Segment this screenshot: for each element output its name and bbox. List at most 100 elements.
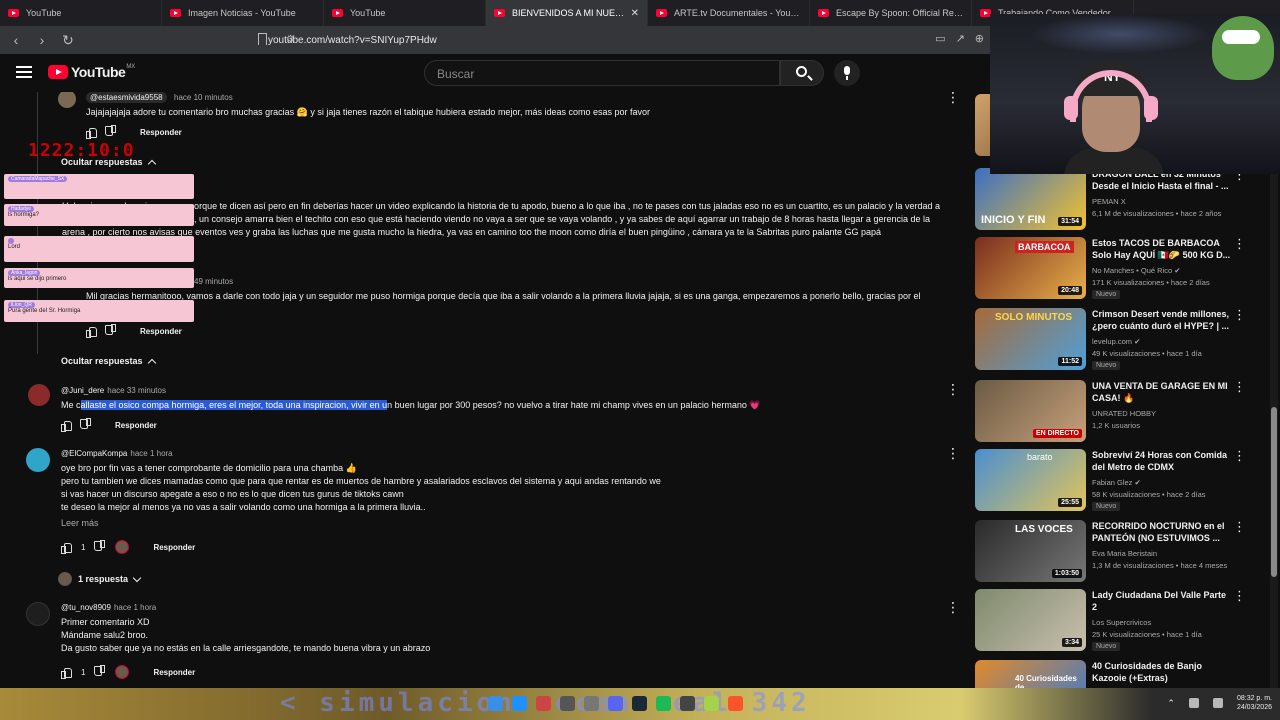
browser-tab-0[interactable]: YouTube [0, 0, 162, 26]
recommended-video-7[interactable]: 3:34 Lady Ciudadana Del Valle Parte 2 Lo… [975, 588, 1265, 653]
more-options-icon[interactable] [946, 445, 960, 462]
steam-icon[interactable] [632, 696, 647, 711]
voice-search-button[interactable] [834, 60, 860, 86]
video-thumbnail[interactable]: barato 25:55 [975, 449, 1086, 511]
comment-author[interactable]: @Juni_dere hace 33 minutos [61, 386, 166, 395]
recommended-video-8[interactable]: 40 Curiosidades de 40 Curiosidades de Ba… [975, 660, 1265, 688]
video-title[interactable]: Lady Ciudadana Del Valle Parte 2 [1092, 589, 1232, 613]
hide-replies-button[interactable]: Ocultar respuestas [61, 356, 156, 367]
like-icon[interactable] [61, 667, 72, 679]
avatar[interactable] [26, 448, 50, 472]
zoom-icon[interactable]: ⊕ [975, 32, 984, 45]
system-clock[interactable]: 08:32 p. m. 24/03/2026 [1237, 694, 1272, 712]
channel-name[interactable]: Eva Maria Beristain [1092, 549, 1157, 558]
discord-icon[interactable] [608, 696, 623, 711]
recommended-video-3[interactable]: SOLO MINUTOS 11:52 Crimson Desert vende m… [975, 307, 1265, 372]
recommended-video-2[interactable]: BARBACOA 20:48 Estos TACOS DE BARBACOA So… [975, 236, 1265, 301]
share-icon[interactable]: ↗ [956, 32, 965, 45]
show-replies-button[interactable]: 1 respuesta [58, 572, 142, 586]
video-thumbnail[interactable]: SOLO MINUTOS 11:52 [975, 308, 1086, 370]
video-thumbnail[interactable]: LAS VOCES 1:03:50 [975, 520, 1086, 582]
recommended-video-4[interactable]: EN DIRECTO UNA VENTA DE GARAGE EN MI CAS… [975, 379, 1265, 444]
recommended-video-5[interactable]: barato 25:55 Sobreviví 24 Horas con Comid… [975, 448, 1265, 513]
page-scrollbar[interactable] [1270, 92, 1278, 688]
more-options-icon[interactable] [1233, 236, 1246, 253]
search-input[interactable]: Buscar [424, 60, 780, 86]
obs-icon[interactable] [680, 696, 695, 711]
more-options-icon[interactable] [1233, 519, 1246, 536]
dislike-icon[interactable] [95, 542, 105, 552]
chevron-up-icon[interactable]: ⌃ [1167, 698, 1175, 709]
like-icon[interactable] [86, 127, 97, 139]
more-options-icon[interactable] [1233, 379, 1246, 396]
files-icon[interactable] [488, 696, 503, 711]
reply-button[interactable]: Responder [153, 668, 195, 677]
channel-name[interactable]: Los Supercrivicos [1092, 618, 1151, 627]
network-icon[interactable] [1188, 698, 1199, 708]
menu-icon[interactable] [16, 66, 32, 78]
avatar[interactable] [26, 602, 50, 626]
video-title[interactable]: UNA VENTA DE GARAGE EN MI CASA! 🔥 [1092, 380, 1232, 404]
more-options-icon[interactable] [946, 599, 960, 616]
comment-author[interactable]: @estaesmivida9558 [86, 92, 167, 103]
avatar[interactable] [58, 92, 76, 108]
more-options-icon[interactable] [946, 92, 960, 106]
recommended-video-1[interactable]: INICIO Y FIN 31:54 DRAGON BALL en 32 Minu… [975, 167, 1265, 232]
reply-button[interactable]: Responder [115, 421, 157, 430]
more-options-icon[interactable] [1233, 448, 1246, 465]
video-title[interactable]: 40 Curiosidades de Banjo Kazooie (+Extra… [1092, 660, 1232, 684]
edge-icon[interactable] [512, 696, 527, 711]
site-info-icon[interactable]: ⚙ [286, 34, 295, 45]
dislike-icon[interactable] [95, 667, 105, 677]
dislike-icon[interactable] [106, 127, 116, 137]
video-title[interactable]: Sobreviví 24 Horas con Comida del Metro … [1092, 449, 1232, 473]
like-icon[interactable] [61, 542, 72, 554]
brave-icon[interactable] [728, 696, 743, 711]
channel-name[interactable]: Fabian Glez ✔ [1092, 478, 1141, 487]
video-title[interactable]: RECORRIDO NOCTURNO en el PANTEÓN (NO EST… [1092, 520, 1232, 544]
browser-tab-5[interactable]: Escape By Spoon: Official Reveal Trai [810, 0, 972, 26]
back-arrow-icon[interactable]: ‹ [6, 30, 26, 50]
browser-tab-2[interactable]: YouTube [324, 0, 486, 26]
app-icon[interactable] [584, 696, 599, 711]
like-icon[interactable] [86, 326, 97, 338]
channel-name[interactable]: levelup.com ✔ [1092, 337, 1140, 346]
browser-tab-1[interactable]: Imagen Noticias - YouTube [162, 0, 324, 26]
video-title[interactable]: Estos TACOS DE BARBACOA Solo Hay AQUÍ 🇲🇽… [1092, 237, 1232, 261]
more-options-icon[interactable] [1233, 307, 1246, 324]
avatar[interactable] [28, 384, 50, 406]
comment-time[interactable]: 49 minutos [194, 277, 233, 286]
cast-icon[interactable]: ▭ [935, 32, 945, 45]
comment-author[interactable]: @tu_nov8909 hace 1 hora [61, 603, 156, 612]
reply-button[interactable]: Responder [140, 327, 182, 336]
comment-time[interactable]: hace 10 minutos [174, 93, 233, 102]
volume-icon[interactable] [1212, 698, 1223, 708]
video-thumbnail[interactable]: 40 Curiosidades de [975, 660, 1086, 688]
youtube-logo[interactable]: YouTube MX [48, 64, 135, 80]
search-button[interactable] [780, 60, 824, 86]
read-more-link[interactable]: Leer más [61, 518, 99, 528]
browser-tab-4[interactable]: ARTE.tv Documentales - YouTube [648, 0, 810, 26]
recommended-video-6[interactable]: LAS VOCES 1:03:50 RECORRIDO NOCTURNO en e… [975, 519, 1265, 584]
video-title[interactable]: Crimson Desert vende millones, ¿pero cuá… [1092, 308, 1232, 332]
reply-button[interactable]: Responder [153, 543, 195, 552]
more-options-icon[interactable] [1233, 588, 1246, 605]
video-thumbnail[interactable]: INICIO Y FIN 31:54 [975, 168, 1086, 230]
channel-name[interactable]: No Manches • Qué Rico ✔ [1092, 266, 1181, 275]
dislike-icon[interactable] [106, 326, 116, 336]
like-icon[interactable] [61, 420, 72, 432]
forward-arrow-icon[interactable]: › [32, 30, 52, 50]
app-icon[interactable] [536, 696, 551, 711]
app-icon[interactable] [560, 696, 575, 711]
channel-name[interactable]: PEMAN X [1092, 197, 1126, 206]
video-thumbnail[interactable]: EN DIRECTO [975, 380, 1086, 442]
bookmark-icon[interactable] [258, 33, 267, 45]
app-icon[interactable] [704, 696, 719, 711]
video-thumbnail[interactable]: BARBACOA 20:48 [975, 237, 1086, 299]
close-tab-icon[interactable]: ✕ [631, 8, 639, 19]
browser-tab-3-active[interactable]: BIENVENIDOS A MI NUEVO HO ✕ [486, 0, 648, 26]
channel-name[interactable]: UNRATED HOBBY [1092, 409, 1156, 418]
reply-button[interactable]: Responder [140, 128, 182, 137]
video-thumbnail[interactable]: 3:34 [975, 589, 1086, 651]
dislike-icon[interactable] [81, 420, 91, 430]
